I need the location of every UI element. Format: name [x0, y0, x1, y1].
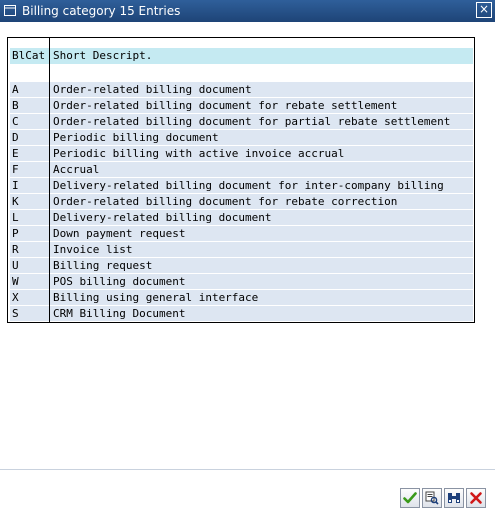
cell-blcat: C	[12, 115, 19, 128]
table-row[interactable]: B Order-related billing document for reba…	[10, 98, 473, 113]
entries-table: BlCat Short Descript. A Order-related bil…	[7, 37, 475, 323]
cell-blcat: U	[12, 259, 19, 272]
table-row[interactable]: U Billing request	[10, 258, 473, 273]
cell-short-descript: POS billing document	[53, 275, 186, 288]
cell-short-descript: Accrual	[53, 163, 100, 176]
cancel-button[interactable]	[466, 488, 486, 508]
cell-blcat: I	[12, 179, 19, 192]
cell-blcat: X	[12, 291, 19, 304]
close-icon[interactable]: ×	[476, 2, 492, 18]
table-row[interactable]: I Delivery-related billing document for i…	[10, 178, 473, 193]
title-bar: Billing category 15 Entries ×	[0, 0, 495, 22]
cell-short-descript: Order-related billing document for rebat…	[53, 99, 398, 112]
cell-short-descript: Billing using general interface	[53, 291, 259, 304]
cell-blcat: R	[12, 243, 19, 256]
find-icon	[425, 491, 439, 505]
cell-blcat: W	[12, 275, 19, 288]
table-row[interactable]: L Delivery-related billing document	[10, 210, 473, 225]
table-row[interactable]: S CRM Billing Document	[10, 306, 473, 321]
table-row[interactable]: P Down payment request	[10, 226, 473, 241]
cell-blcat: F	[12, 163, 19, 176]
cell-short-descript: Delivery-related billing document for in…	[53, 179, 444, 192]
cell-blcat: L	[12, 211, 19, 224]
cell-short-descript: Order-related billing document for parti…	[53, 115, 451, 128]
find-next-button[interactable]	[444, 488, 464, 508]
cell-short-descript: Periodic billing with active invoice acc…	[53, 147, 345, 160]
table-row[interactable]: F Accrual	[10, 162, 473, 177]
footer-divider	[0, 469, 495, 470]
window-icon	[4, 5, 16, 16]
checkmark-icon	[403, 492, 417, 504]
cell-blcat: B	[12, 99, 19, 112]
find-button[interactable]	[422, 488, 442, 508]
table-row[interactable]: X Billing using general interface	[10, 290, 473, 305]
confirm-button[interactable]	[400, 488, 420, 508]
cell-short-descript: Order-related billing document for rebat…	[53, 195, 398, 208]
cell-blcat: K	[12, 195, 19, 208]
column-header-short-descript[interactable]: Short Descript.	[53, 48, 152, 64]
table-header: BlCat Short Descript.	[10, 48, 473, 64]
cancel-x-icon	[470, 492, 482, 504]
dialog-window: Billing category 15 Entries × BlCat Shor…	[0, 0, 495, 514]
cell-short-descript: Billing request	[53, 259, 153, 272]
cell-blcat: D	[12, 131, 19, 144]
table-row[interactable]: C Order-related billing document for part…	[10, 114, 473, 129]
window-title: Billing category 15 Entries	[22, 4, 181, 18]
cell-blcat: E	[12, 147, 19, 160]
table-row[interactable]: A Order-related billing document	[10, 82, 473, 97]
column-separator	[49, 38, 50, 322]
table-row[interactable]: K Order-related billing document for reba…	[10, 194, 473, 209]
cell-blcat: A	[12, 83, 19, 96]
cell-short-descript: Down payment request	[53, 227, 186, 240]
cell-blcat: S	[12, 307, 19, 320]
column-header-blcat[interactable]: BlCat	[12, 48, 45, 64]
cell-short-descript: Invoice list	[53, 243, 133, 256]
dialog-content: BlCat Short Descript. A Order-related bil…	[0, 22, 495, 514]
cell-short-descript: Delivery-related billing document	[53, 211, 272, 224]
table-row[interactable]: R Invoice list	[10, 242, 473, 257]
binoculars-icon	[448, 493, 460, 503]
cell-short-descript: Order-related billing document	[53, 83, 252, 96]
cell-blcat: P	[12, 227, 19, 240]
table-row[interactable]: E Periodic billing with active invoice ac…	[10, 146, 473, 161]
table-row[interactable]: W POS billing document	[10, 274, 473, 289]
cell-short-descript: Periodic billing document	[53, 131, 219, 144]
table-row[interactable]: D Periodic billing document	[10, 130, 473, 145]
cell-short-descript: CRM Billing Document	[53, 307, 186, 320]
